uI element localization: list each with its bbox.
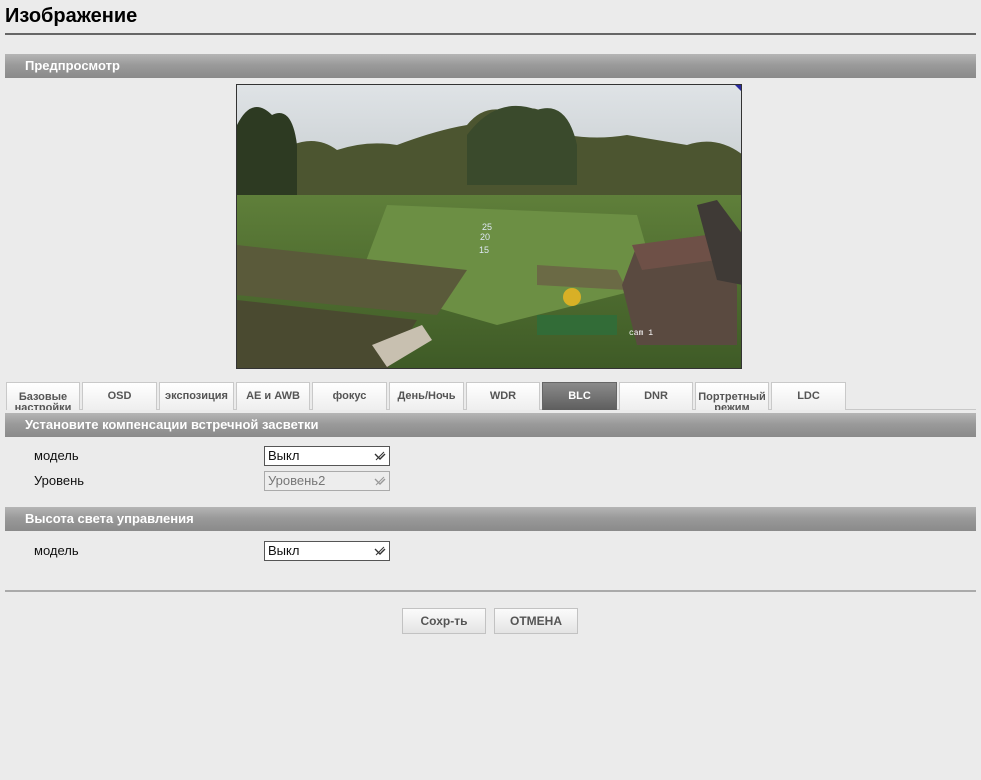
blc-level-value: Уровень2 <box>268 473 326 488</box>
dropdown-arrow-icon <box>374 451 386 461</box>
hlc-section-header: Высота света управления <box>5 507 976 531</box>
page-title: Изображение <box>5 5 138 27</box>
title-divider <box>5 33 976 35</box>
tab-blc[interactable]: BLC <box>542 382 617 410</box>
tab-day-night[interactable]: День/Ночь <box>389 382 464 410</box>
tab-portrait-mode[interactable]: Портретный режим <box>695 382 769 410</box>
blc-mode-label: модель <box>34 448 79 463</box>
overlay-number-mid: 20 <box>480 232 490 242</box>
preview-section-header: Предпросмотр <box>5 54 976 78</box>
tab-basic-settings[interactable]: Базовые настройки <box>6 382 80 410</box>
dropdown-arrow-icon <box>374 476 386 486</box>
tab-dnr[interactable]: DNR <box>619 382 693 410</box>
save-button[interactable]: Сохр-ть <box>402 608 486 634</box>
cancel-button[interactable]: ОТМЕНА <box>494 608 578 634</box>
blc-mode-value: Выкл <box>268 448 300 463</box>
blc-mode-select[interactable]: Выкл <box>264 446 390 466</box>
footer-divider <box>5 590 976 592</box>
hlc-mode-value: Выкл <box>268 543 300 558</box>
tab-osd[interactable]: OSD <box>82 382 157 410</box>
tab-ae-awb[interactable]: AE и AWB <box>236 382 310 410</box>
blc-level-label: Уровень <box>34 473 85 488</box>
camera-label: cam 1 <box>629 329 653 338</box>
dropdown-arrow-icon <box>374 546 386 556</box>
hlc-mode-label: модель <box>34 543 79 558</box>
camera-preview: 25 20 15 cam 1 <box>236 84 742 369</box>
tab-focus[interactable]: фокус <box>312 382 387 410</box>
blc-level-select: Уровень2 <box>264 471 390 491</box>
overlay-number-bottom: 15 <box>479 245 489 255</box>
blc-section-header: Установите компенсации встречной засветк… <box>5 413 976 437</box>
tab-ldc[interactable]: LDC <box>771 382 846 410</box>
hlc-mode-select[interactable]: Выкл <box>264 541 390 561</box>
image-settings-tabs: Базовые настройки OSD экспозиция AE и AW… <box>6 382 976 410</box>
tab-exposure[interactable]: экспозиция <box>159 382 234 410</box>
tab-wdr[interactable]: WDR <box>466 382 540 410</box>
overlay-number-top: 25 <box>482 222 492 232</box>
